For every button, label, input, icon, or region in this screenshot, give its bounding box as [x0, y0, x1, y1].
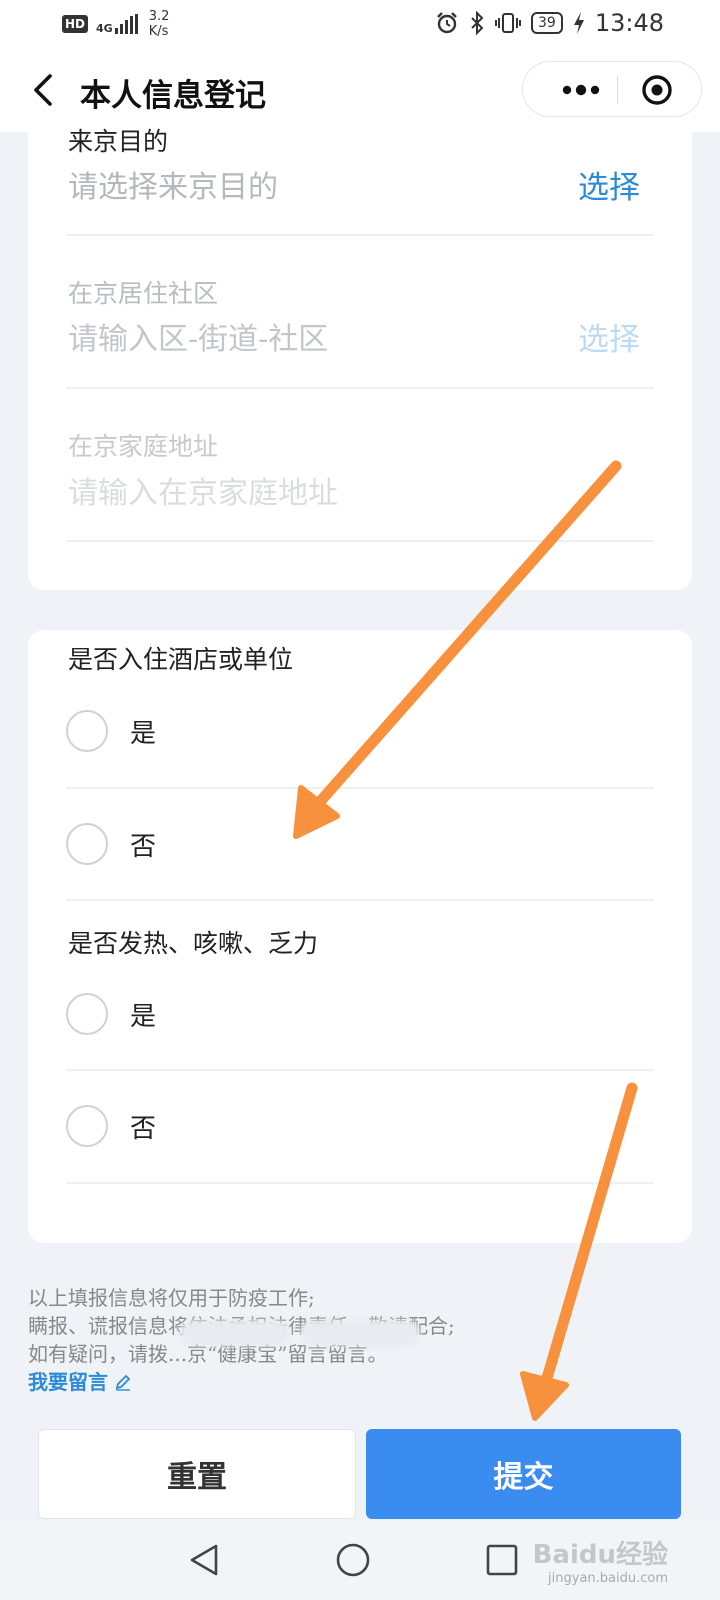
- system-back-button[interactable]: [176, 1532, 236, 1588]
- speed-value: 3.2: [148, 9, 170, 24]
- system-recents-button[interactable]: [472, 1532, 532, 1588]
- watermark-url: jingyan.baidu.com: [548, 1571, 668, 1586]
- submit-button[interactable]: 提交: [366, 1429, 681, 1519]
- redacted-area: [180, 1320, 290, 1346]
- net-speed: 3.2 K/s: [149, 9, 170, 39]
- system-nav-bar: Baidu经验 jingyan.baidu.com: [0, 1520, 720, 1600]
- community-select-button[interactable]: 选择: [578, 314, 640, 359]
- radio-label: 否: [130, 832, 157, 862]
- radio-label: 否: [130, 1114, 157, 1144]
- address-field[interactable]: 请输入在京家庭地址: [68, 468, 338, 512]
- page-title: 本人信息登记: [80, 78, 266, 114]
- divider: [66, 540, 654, 542]
- pencil-icon[interactable]: [114, 1373, 132, 1391]
- radio-button[interactable]: [66, 1105, 108, 1147]
- divider: [66, 387, 654, 389]
- status-right: 39 13:48: [435, 9, 664, 37]
- radio-option-symptoms-no[interactable]: 否: [66, 1082, 654, 1172]
- system-home-button[interactable]: [323, 1532, 383, 1588]
- speed-unit: K/s: [148, 24, 169, 39]
- capsule-divider: [617, 76, 618, 104]
- triangle-back-icon: [190, 1544, 218, 1576]
- bluetooth-icon: [471, 11, 484, 35]
- square-recents-icon: [486, 1544, 518, 1576]
- notice-line: 以上填报信息将仅用于防疫工作;: [28, 1286, 315, 1310]
- close-miniprogram-button[interactable]: [628, 62, 702, 118]
- purpose-field[interactable]: 请选择来京目的: [68, 162, 278, 206]
- radio-option-hotel-yes[interactable]: 是: [66, 687, 654, 777]
- redacted-area: [300, 1320, 420, 1346]
- miniprogram-capsule: [522, 61, 702, 117]
- alarm-icon: [437, 12, 457, 34]
- status-bar: HD 4G 3.2 K/s 39 13:48: [0, 0, 720, 48]
- vibrate-icon: [495, 13, 521, 33]
- more-dots-icon: [562, 84, 600, 96]
- signal-icon: 4G: [96, 14, 141, 34]
- circle-home-icon: [336, 1543, 370, 1577]
- field-label-community: 在京居住社区: [68, 279, 219, 308]
- info-card: 来京目的 请选择来京目的 选择 在京居住社区 请输入区-街道-社区 选择 在京家…: [28, 127, 692, 590]
- charging-icon: [573, 12, 584, 34]
- divider: [66, 1182, 654, 1184]
- clock: 13:48: [594, 9, 664, 37]
- divider: [66, 787, 654, 789]
- watermark-logo: Baidu经验: [532, 1540, 668, 1570]
- divider: [66, 899, 654, 901]
- radio-option-hotel-no[interactable]: 否: [66, 800, 654, 890]
- community-field[interactable]: 请输入区-街道-社区: [68, 314, 328, 358]
- radio-label: 是: [130, 1002, 157, 1032]
- leave-message-link[interactable]: 我要留言: [28, 1370, 108, 1394]
- divider: [66, 234, 654, 236]
- status-left: HD 4G 3.2 K/s: [62, 9, 169, 39]
- question-hotel-title: 是否入住酒店或单位: [68, 645, 294, 674]
- watermark: Baidu经验 jingyan.baidu.com: [533, 1534, 668, 1586]
- target-icon: [642, 75, 672, 105]
- reset-button[interactable]: 重置: [38, 1429, 356, 1519]
- questions-card: 是否入住酒店或单位 是 否 是否发热、咳嗽、乏力 是 否: [28, 630, 692, 1243]
- chevron-left-icon: [34, 74, 52, 106]
- net-type: 4G: [96, 22, 113, 35]
- divider: [66, 1069, 654, 1071]
- radio-option-symptoms-yes[interactable]: 是: [66, 970, 654, 1060]
- radio-button[interactable]: [66, 710, 108, 752]
- radio-label: 是: [130, 719, 157, 749]
- more-button[interactable]: [541, 62, 617, 118]
- back-button[interactable]: [24, 68, 68, 112]
- hd-badge: HD: [62, 15, 89, 33]
- purpose-select-button[interactable]: 选择: [578, 162, 640, 207]
- battery-level: 39: [531, 12, 563, 34]
- field-label-address: 在京家庭地址: [68, 432, 219, 461]
- radio-button[interactable]: [66, 823, 108, 865]
- question-symptoms-title: 是否发热、咳嗽、乏力: [68, 929, 319, 958]
- nav-bar: 本人信息登记: [0, 48, 720, 132]
- field-label-purpose: 来京目的: [68, 127, 169, 156]
- radio-button[interactable]: [66, 993, 108, 1035]
